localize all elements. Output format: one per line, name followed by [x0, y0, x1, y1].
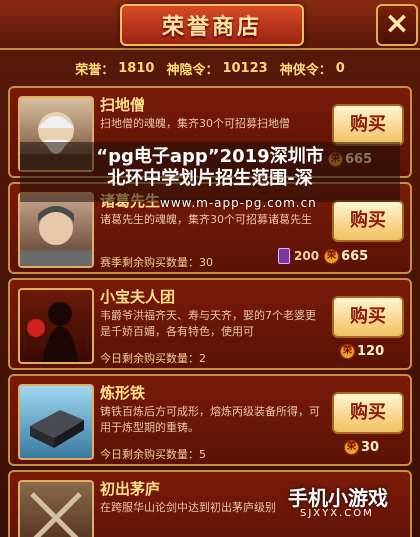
original-price: 200	[294, 249, 320, 263]
item-portrait	[18, 288, 94, 364]
purchase-limit: 今日剩余购买数量：5	[100, 448, 206, 461]
title-banner: 荣誉商店	[120, 4, 304, 46]
item-name: 初出茅庐	[100, 480, 161, 498]
item-name: 扫地僧	[100, 96, 146, 114]
item-name: 炼形铁	[100, 384, 146, 402]
page-title: 荣誉商店	[161, 15, 262, 40]
honor-coin-icon: 荣	[344, 440, 359, 455]
shenxia-value: 0	[335, 60, 345, 76]
ladies-silhouette-icon	[27, 302, 78, 362]
watermark-overlay: “pg电子app”2019深圳市 北环中学划片招生范围-深	[20, 142, 400, 202]
item-desc: 铸铁百炼后方可成形，熔炼丙级装备所得，可用于炼型期的重铸。	[100, 405, 320, 434]
price-value: 665	[341, 248, 369, 264]
brand-url: SJXYX.COM	[300, 508, 374, 519]
title-bar: 荣誉商店 ×	[0, 0, 420, 50]
honor-coin-icon: 荣	[340, 344, 355, 359]
item-name: 小宝夫人团	[100, 288, 176, 306]
honor-label: 荣誉：	[75, 62, 115, 78]
honor-coin-icon: 荣	[324, 248, 340, 264]
price-value: 120	[357, 344, 385, 359]
close-button[interactable]: ×	[376, 4, 418, 46]
shop-item: 炼形铁 铸铁百炼后方可成形，熔炼丙级装备所得，可用于炼型期的重铸。 今日剩余购买…	[8, 374, 412, 466]
swords-icon	[30, 492, 82, 537]
honor-value: 1810	[118, 60, 155, 76]
watermark-url: www.m-app-pg.com.cn	[160, 196, 317, 210]
shenyin-label: 神隐令：	[166, 62, 219, 78]
item-desc: 韦爵爷洪福齐天、寿与天齐，娶的7个老婆更是千娇百媚，各有特色，使用可	[100, 309, 316, 338]
shenyin-value: 10123	[222, 60, 268, 76]
iron-ingot-icon	[30, 410, 84, 448]
buy-button[interactable]: 购买	[332, 104, 404, 146]
buy-button[interactable]: 购买	[332, 296, 404, 338]
buy-button[interactable]: 购买	[332, 392, 404, 434]
item-price: 荣 120	[340, 344, 384, 359]
purchase-limit: 今日剩余购买数量：2	[100, 352, 206, 365]
item-price: 200 荣 665	[278, 248, 368, 264]
item-portrait	[18, 384, 94, 460]
buy-button[interactable]: 购买	[332, 200, 404, 242]
item-desc: 诸葛先生的魂魄，集齐30个可招募诸葛先生	[100, 213, 312, 226]
price-value: 30	[361, 440, 380, 455]
shop-window: 荣誉商店 × 荣誉： 1810 神隐令： 10123 神侠令： 0 扫地僧 扫地…	[0, 0, 420, 537]
shop-item: 小宝夫人团 韦爵爷洪福齐天、寿与天齐，娶的7个老婆更是千娇百媚，各有特色，使用可…	[8, 278, 412, 370]
purchase-limit: 赛季剩余购买数量：30	[100, 256, 213, 269]
item-portrait	[18, 480, 94, 537]
watermark-line-1: “pg电子app”2019深圳市	[96, 146, 324, 167]
scholar-icon	[20, 206, 92, 266]
brand-logo: 手机小游戏	[288, 486, 388, 510]
watermark-line-2: 北环中学划片招生范围-深	[107, 168, 313, 189]
shenxia-label: 神侠令：	[279, 62, 332, 78]
token-icon	[278, 248, 290, 264]
item-portrait	[18, 192, 94, 268]
currency-bar: 荣誉： 1810 神隐令： 10123 神侠令： 0	[0, 54, 420, 82]
item-desc: 扫地僧的魂魄，集齐30个可招募扫地僧	[100, 117, 290, 130]
item-price: 荣 30	[344, 440, 379, 455]
